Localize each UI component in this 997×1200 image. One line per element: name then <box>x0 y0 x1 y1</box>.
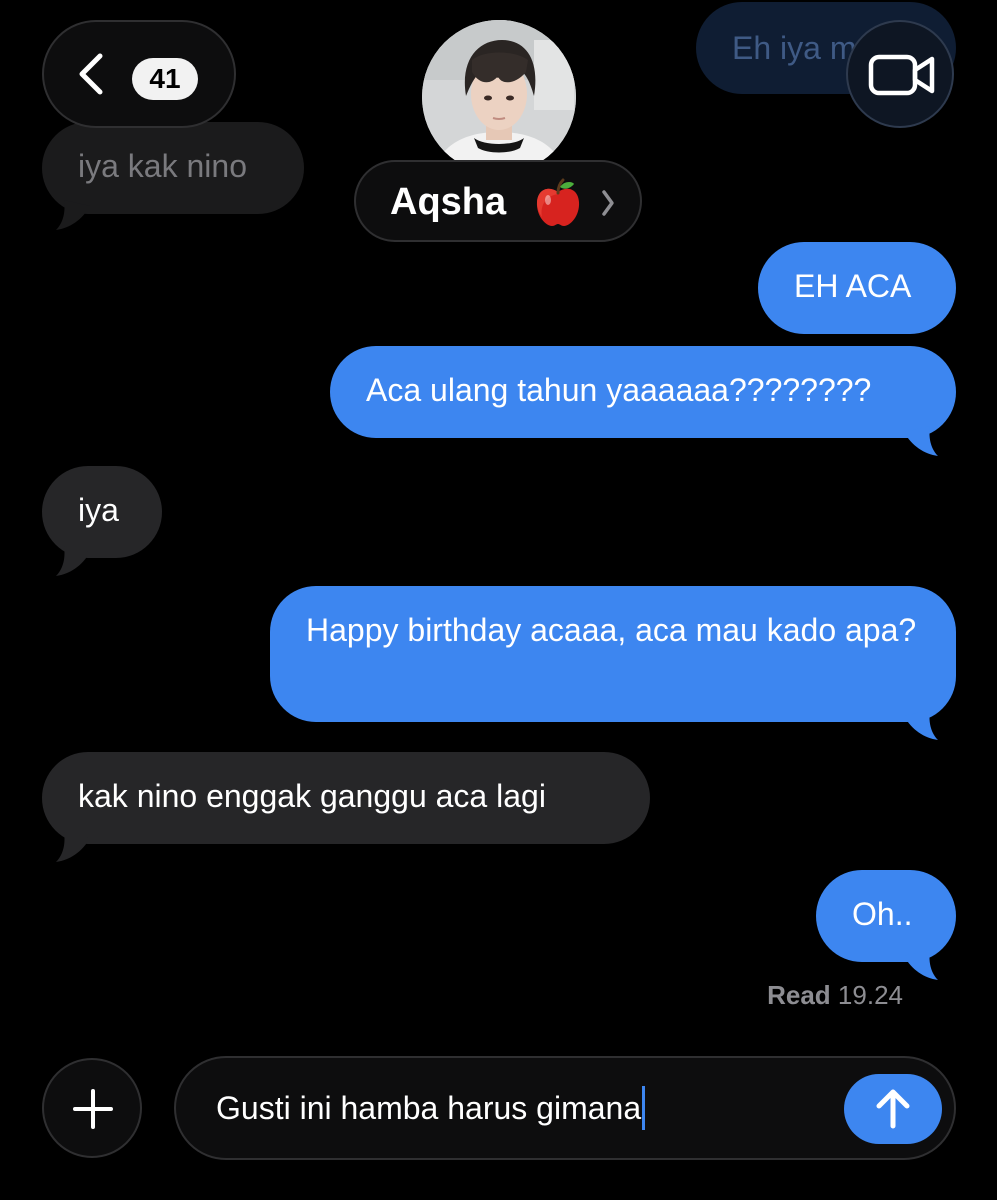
bubble-tail <box>56 200 90 230</box>
plus-icon <box>73 1089 113 1129</box>
apple-icon <box>536 178 580 226</box>
read-receipt: Read 19.24 <box>767 980 903 1011</box>
message-bubble-outgoing[interactable]: Happy birthday acaaa, aca mau kado apa? <box>270 586 956 722</box>
chevron-right-icon <box>602 190 614 216</box>
message-bubble-outgoing[interactable]: Aca ulang tahun yaaaaaa???????? <box>330 346 956 438</box>
bubble-tail <box>56 546 90 576</box>
contact-avatar[interactable] <box>422 20 576 174</box>
contact-name-button[interactable]: Aqsha <box>354 160 642 242</box>
bubble-tail <box>56 832 90 862</box>
message-text: EH ACA <box>794 268 912 304</box>
message-text: iya kak nino <box>78 148 247 184</box>
message-bubble-outgoing[interactable]: Oh.. <box>816 870 956 962</box>
message-text: Happy birthday acaaa, aca mau kado apa? <box>306 612 917 648</box>
read-label: Read <box>767 980 831 1010</box>
message-bubble-outgoing[interactable]: EH ACA <box>758 242 956 334</box>
back-button[interactable]: 41 <box>42 20 236 128</box>
message-bubble-incoming[interactable]: kak nino enggak ganggu aca lagi <box>42 752 650 844</box>
chevron-left-icon <box>79 53 103 95</box>
message-text: Aca ulang tahun yaaaaaa???????? <box>366 372 872 408</box>
read-time: 19.24 <box>837 980 903 1010</box>
arrow-up-icon <box>876 1089 910 1129</box>
message-text: iya <box>78 492 119 528</box>
bubble-tail <box>904 710 938 740</box>
add-attachment-button[interactable] <box>42 1058 142 1158</box>
send-button[interactable] <box>844 1074 942 1144</box>
message-input-field[interactable]: Gusti ini hamba harus gimana <box>216 1086 646 1130</box>
message-text: Oh.. <box>852 896 913 932</box>
message-input[interactable]: Gusti ini hamba harus gimana <box>174 1056 956 1160</box>
message-text: kak nino enggak ganggu aca lagi <box>78 778 546 814</box>
video-camera-icon <box>868 54 935 96</box>
avatar-photo <box>422 20 576 174</box>
message-bubble-incoming[interactable]: iya <box>42 466 162 558</box>
bubble-tail <box>904 426 938 456</box>
unread-count-badge: 41 <box>132 58 198 100</box>
bubble-tail <box>904 950 938 980</box>
video-call-button[interactable] <box>846 20 954 128</box>
message-text: Eh iya m <box>732 30 857 66</box>
contact-name: Aqsha <box>390 181 507 223</box>
message-input-text: Gusti ini hamba harus gimana <box>216 1090 642 1126</box>
text-caret <box>642 1086 646 1130</box>
